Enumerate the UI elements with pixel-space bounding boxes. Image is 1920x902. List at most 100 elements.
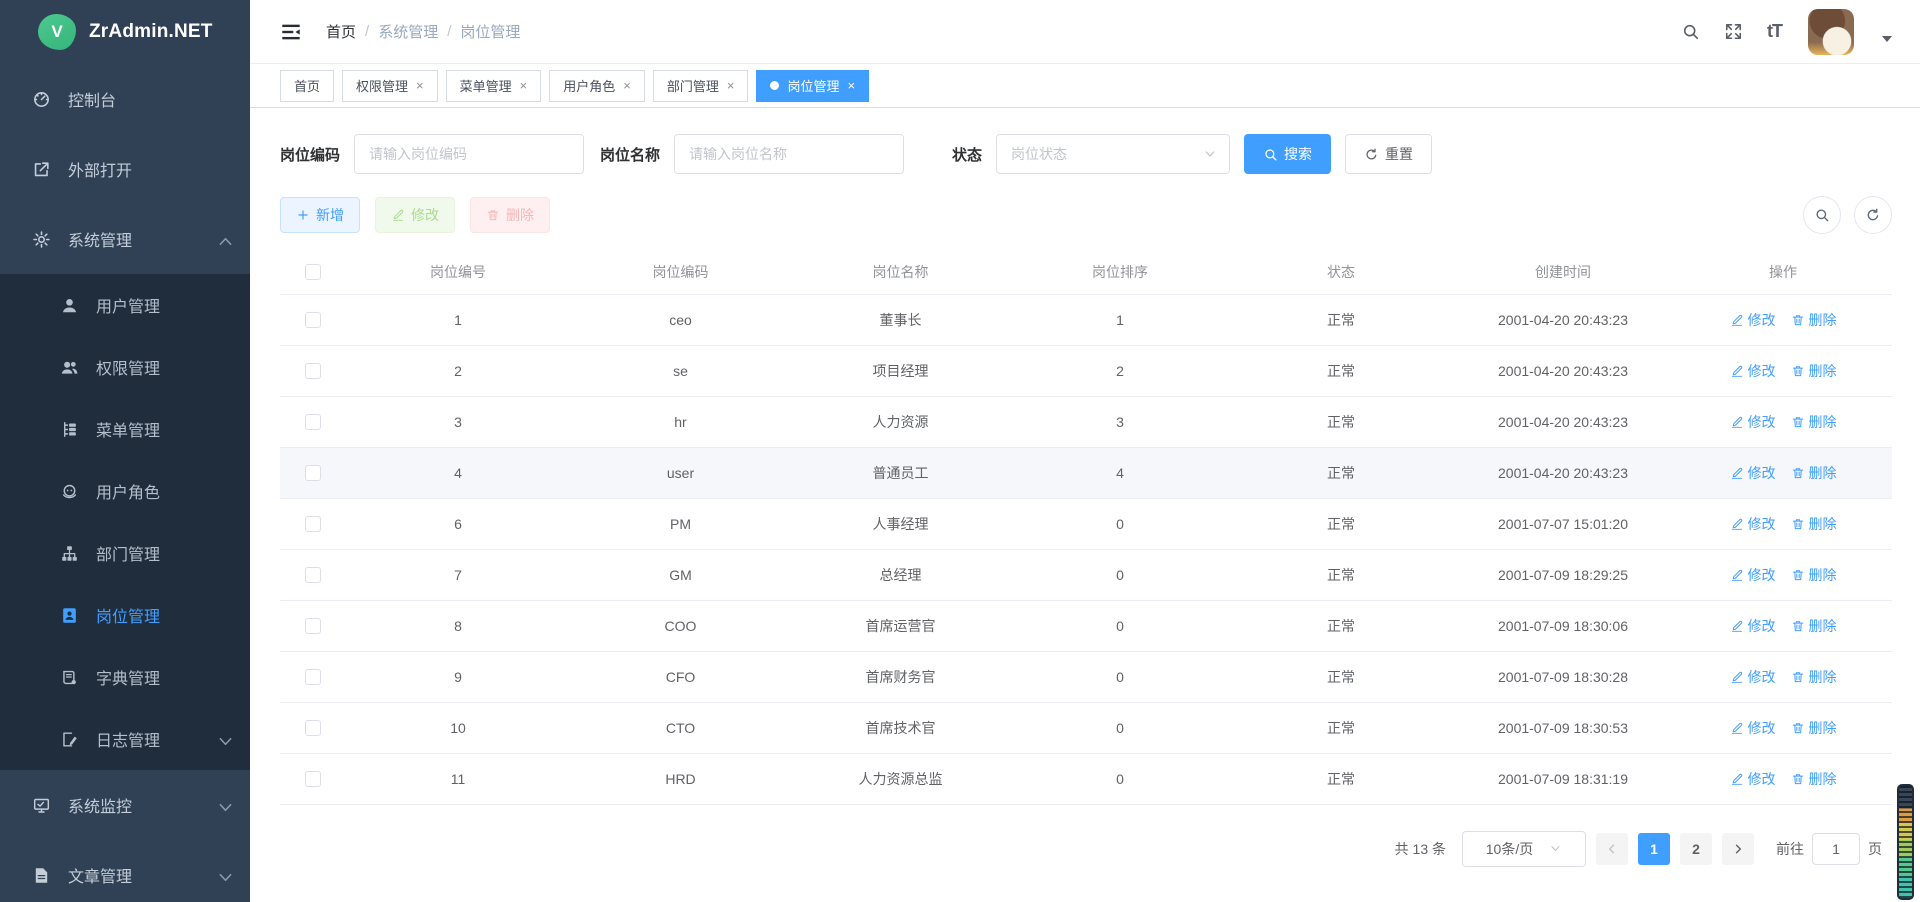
- reset-button[interactable]: 重置: [1345, 134, 1432, 174]
- refresh-table-button[interactable]: [1854, 196, 1892, 234]
- tab-home[interactable]: 首页: [280, 70, 334, 102]
- row-edit-link[interactable]: 修改: [1730, 667, 1776, 687]
- row-delete-link[interactable]: 删除: [1791, 463, 1837, 483]
- tab-close-icon[interactable]: ×: [416, 78, 424, 93]
- sidebar-item-menu-management[interactable]: 菜单管理: [0, 398, 250, 460]
- sidebar-item-user-management[interactable]: 用户管理: [0, 274, 250, 336]
- logo-icon: V: [38, 14, 76, 50]
- next-page-button[interactable]: [1722, 833, 1754, 865]
- cell-post-name: 普通员工: [791, 447, 1010, 498]
- row-delete-link[interactable]: 删除: [1791, 667, 1837, 687]
- chevron-down-icon[interactable]: [1882, 36, 1892, 42]
- page-size-select[interactable]: 10条/页: [1462, 831, 1586, 867]
- tab-user-roles[interactable]: 用户角色×: [549, 70, 645, 102]
- refresh-icon: [1364, 147, 1379, 162]
- row-edit-link[interactable]: 修改: [1730, 463, 1776, 483]
- row-checkbox[interactable]: [305, 363, 321, 379]
- table-row[interactable]: 7GM总经理0正常2001-07-09 18:29:25修改删除: [280, 549, 1892, 600]
- tab-close-icon[interactable]: ×: [727, 78, 735, 93]
- code-input[interactable]: [354, 134, 584, 174]
- fullscreen-icon[interactable]: [1724, 22, 1743, 41]
- row-delete-link[interactable]: 删除: [1791, 565, 1837, 585]
- tab-permission-management[interactable]: 权限管理×: [342, 70, 438, 102]
- table-row[interactable]: 2se项目经理2正常2001-04-20 20:43:23修改删除: [280, 345, 1892, 396]
- status-select[interactable]: 岗位状态: [996, 134, 1230, 174]
- row-edit-link[interactable]: 修改: [1730, 718, 1776, 738]
- tab-label: 菜单管理: [460, 76, 512, 95]
- row-checkbox[interactable]: [305, 669, 321, 685]
- avatar[interactable]: [1808, 9, 1854, 55]
- cell-post-id: 4: [346, 447, 570, 498]
- table-row[interactable]: 8COO首席运营官0正常2001-07-09 18:30:06修改删除: [280, 600, 1892, 651]
- row-delete-link[interactable]: 删除: [1791, 616, 1837, 636]
- breadcrumb-separator: /: [447, 23, 451, 40]
- edit-button[interactable]: 修改: [375, 197, 455, 233]
- row-edit-link[interactable]: 修改: [1730, 310, 1776, 330]
- tab-close-icon[interactable]: ×: [520, 78, 528, 93]
- page-button-1[interactable]: 1: [1638, 833, 1670, 865]
- sidebar-item-permission-management[interactable]: 权限管理: [0, 336, 250, 398]
- tab-menu-management[interactable]: 菜单管理 ×: [446, 70, 542, 102]
- row-checkbox[interactable]: [305, 516, 321, 532]
- row-checkbox[interactable]: [305, 465, 321, 481]
- prev-page-button[interactable]: [1596, 833, 1628, 865]
- table-row[interactable]: 4user普通员工4正常2001-04-20 20:43:23修改删除: [280, 447, 1892, 498]
- row-delete-link[interactable]: 删除: [1791, 361, 1837, 381]
- row-checkbox[interactable]: [305, 414, 321, 430]
- tab-department-management[interactable]: 部门管理×: [653, 70, 749, 102]
- search-icon[interactable]: [1681, 22, 1700, 41]
- row-checkbox[interactable]: [305, 720, 321, 736]
- sidebar-item-user-roles[interactable]: 用户角色: [0, 460, 250, 522]
- sidebar-item-dictionary-management[interactable]: 字典管理: [0, 646, 250, 708]
- row-edit-link[interactable]: 修改: [1730, 616, 1776, 636]
- sidebar-item-article-management[interactable]: 文章管理: [0, 840, 250, 902]
- page-button-2[interactable]: 2: [1680, 833, 1712, 865]
- row-checkbox[interactable]: [305, 567, 321, 583]
- row-edit-link[interactable]: 修改: [1730, 514, 1776, 534]
- sidebar-item-position-management[interactable]: 岗位管理: [0, 584, 250, 646]
- sidebar-item-external-open[interactable]: 外部打开: [0, 134, 250, 204]
- row-delete-link[interactable]: 删除: [1791, 718, 1837, 738]
- row-checkbox[interactable]: [305, 771, 321, 787]
- select-all-checkbox[interactable]: [305, 264, 321, 280]
- breadcrumb-item[interactable]: 首页: [326, 21, 356, 42]
- table-row[interactable]: 1ceo董事长1正常2001-04-20 20:43:23修改删除: [280, 294, 1892, 345]
- name-input[interactable]: [674, 134, 904, 174]
- table-row[interactable]: 6PM人事经理0正常2001-07-07 15:01:20修改删除: [280, 498, 1892, 549]
- goto-page-input[interactable]: [1812, 833, 1860, 865]
- breadcrumb-item[interactable]: 系统管理: [378, 21, 438, 42]
- row-delete-link[interactable]: 删除: [1791, 769, 1837, 789]
- row-edit-link[interactable]: 修改: [1730, 769, 1776, 789]
- table-row[interactable]: 9CFO首席财务官0正常2001-07-09 18:30:28修改删除: [280, 651, 1892, 702]
- row-edit-link[interactable]: 修改: [1730, 412, 1776, 432]
- delete-button[interactable]: 删除: [470, 197, 550, 233]
- scroll-indicator[interactable]: [1897, 784, 1914, 900]
- sidebar-fold-icon[interactable]: [280, 21, 302, 43]
- tab-close-icon[interactable]: ×: [847, 78, 855, 93]
- font-size-icon[interactable]: tT: [1767, 21, 1782, 42]
- topbar: 首页/系统管理/岗位管理 tT: [250, 0, 1920, 64]
- table-row[interactable]: 11HRD人力资源总监0正常2001-07-09 18:31:19修改删除: [280, 753, 1892, 804]
- row-edit-link[interactable]: 修改: [1730, 565, 1776, 585]
- tab-close-icon[interactable]: ×: [623, 78, 631, 93]
- sidebar-item-log-management[interactable]: 日志管理: [0, 708, 250, 770]
- row-checkbox[interactable]: [305, 618, 321, 634]
- tab-position-management[interactable]: 岗位管理×: [756, 70, 869, 102]
- row-checkbox[interactable]: [305, 312, 321, 328]
- sidebar-item-dashboard[interactable]: 控制台: [0, 64, 250, 134]
- row-delete-link[interactable]: 删除: [1791, 412, 1837, 432]
- table-row[interactable]: 3hr人力资源3正常2001-04-20 20:43:23修改删除: [280, 396, 1892, 447]
- row-delete-link[interactable]: 删除: [1791, 514, 1837, 534]
- cell-status: 正常: [1230, 753, 1452, 804]
- sidebar-item-system-management[interactable]: 系统管理: [0, 204, 250, 274]
- row-delete-link[interactable]: 删除: [1791, 310, 1837, 330]
- sidebar-item-department-management[interactable]: 部门管理: [0, 522, 250, 584]
- add-button[interactable]: 新增: [280, 197, 360, 233]
- breadcrumb-item[interactable]: 岗位管理: [460, 21, 520, 42]
- show-search-button[interactable]: [1803, 196, 1841, 234]
- table-row[interactable]: 10CTO首席技术官0正常2001-07-09 18:30:53修改删除: [280, 702, 1892, 753]
- row-edit-link[interactable]: 修改: [1730, 361, 1776, 381]
- sidebar-item-system-monitoring[interactable]: 系统监控: [0, 770, 250, 840]
- search-button[interactable]: 搜索: [1244, 134, 1331, 174]
- cell-post-sort: 4: [1010, 447, 1230, 498]
